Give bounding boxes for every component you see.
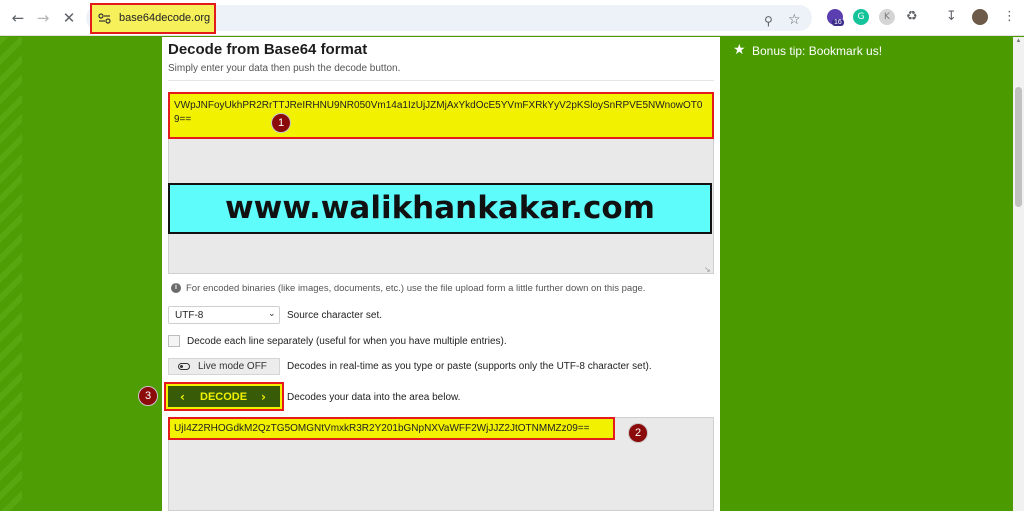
menu-dots-icon[interactable]: ⋮ xyxy=(1003,9,1016,24)
page-scrollbar[interactable]: ▲ xyxy=(1013,37,1024,511)
marker-3: 3 xyxy=(138,386,158,406)
bonus-tip: Bonus tip: Bookmark us! xyxy=(752,44,883,58)
scroll-up-icon[interactable]: ▲ xyxy=(1015,38,1022,44)
stop-icon[interactable]: ✕ xyxy=(59,8,79,28)
divider xyxy=(168,80,714,81)
charset-select[interactable]: UTF-8 xyxy=(168,306,280,324)
bookmark-star-icon[interactable]: ☆ xyxy=(788,12,801,28)
back-icon[interactable]: ← xyxy=(8,8,28,28)
page-subtitle: Simply enter your data then push the dec… xyxy=(168,63,401,74)
encoded-input-value[interactable]: VWpJNFoyUkhPR2RrTTJReIRHNU9NR050Vm14a1Iz… xyxy=(168,92,714,139)
grammarly-icon[interactable]: G xyxy=(853,9,869,25)
chevron-left-icon: ‹ xyxy=(180,390,185,404)
live-mode-label: Live mode OFF xyxy=(198,361,267,372)
forward-icon[interactable]: → xyxy=(33,8,53,28)
browser-toolbar: ← → ✕ ⚲ ☆ base64decode.org 16 G K ♻ ↧ ⋮ xyxy=(0,0,1024,36)
extensions-puzzle-icon[interactable]: ♻ xyxy=(906,9,918,24)
zoom-icon[interactable]: ⚲ xyxy=(764,14,773,28)
marker-2: 2 xyxy=(628,423,648,443)
toggle-icon xyxy=(178,363,190,370)
info-icon: i xyxy=(171,283,181,293)
site-settings-icon[interactable] xyxy=(98,12,111,25)
download-icon[interactable]: ↧ xyxy=(946,9,957,24)
decode-description: Decodes your data into the area below. xyxy=(287,392,461,403)
right-sidebar xyxy=(720,37,1013,511)
live-mode-toggle[interactable]: Live mode OFF xyxy=(168,358,280,375)
url-text: base64decode.org xyxy=(119,12,211,24)
url-highlight[interactable]: base64decode.org xyxy=(90,3,216,34)
scroll-thumb[interactable] xyxy=(1015,87,1022,207)
left-background xyxy=(0,37,162,511)
chevron-down-icon: ⌄ xyxy=(268,309,276,319)
info-text: For encoded binaries (like images, docum… xyxy=(186,283,646,294)
chevron-right-icon: › xyxy=(261,390,266,404)
marker-1: 1 xyxy=(271,113,291,133)
decoded-output-value[interactable]: UjI4Z2RHOGdkM2QzTG5OMGNtVmxkR3R2Y201bGNp… xyxy=(168,417,615,440)
watermark-banner: www.walikhankakar.com xyxy=(168,183,712,234)
decode-button[interactable]: ‹ DECODE › xyxy=(164,382,284,411)
charset-label: Source character set. xyxy=(287,310,383,321)
decode-button-label: DECODE xyxy=(200,391,248,403)
each-line-checkbox[interactable] xyxy=(168,335,180,347)
live-mode-description: Decodes in real-time as you type or past… xyxy=(287,361,652,372)
profile-avatar[interactable] xyxy=(972,9,988,25)
resize-grip-icon[interactable]: ↘ xyxy=(704,265,711,274)
left-pattern xyxy=(0,37,22,511)
star-icon: ★ xyxy=(733,42,746,58)
each-line-label: Decode each line separately (useful for … xyxy=(187,336,507,347)
extension-k-icon[interactable]: K xyxy=(879,9,895,25)
extension-badge-count: 16 xyxy=(832,19,844,26)
page-title: Decode from Base64 format xyxy=(168,41,368,58)
